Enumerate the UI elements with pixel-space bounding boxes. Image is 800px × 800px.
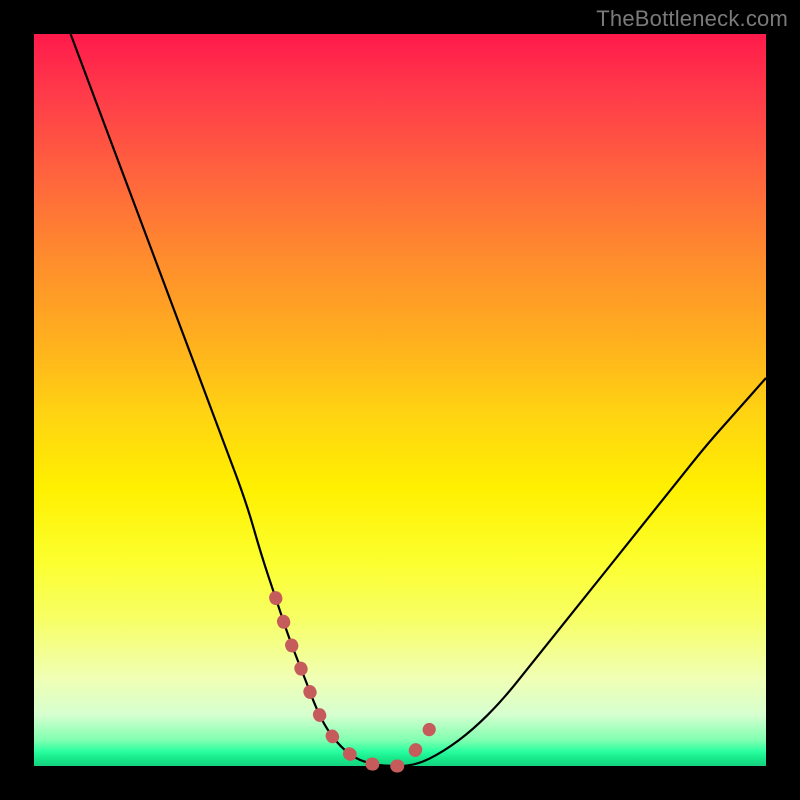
- chart-frame: TheBottleneck.com: [0, 0, 800, 800]
- plot-area: [34, 34, 766, 766]
- bottleneck-curve: [71, 34, 766, 766]
- highlight-markers: [276, 598, 430, 766]
- watermark-text: TheBottleneck.com: [596, 6, 788, 32]
- curve-svg: [34, 34, 766, 766]
